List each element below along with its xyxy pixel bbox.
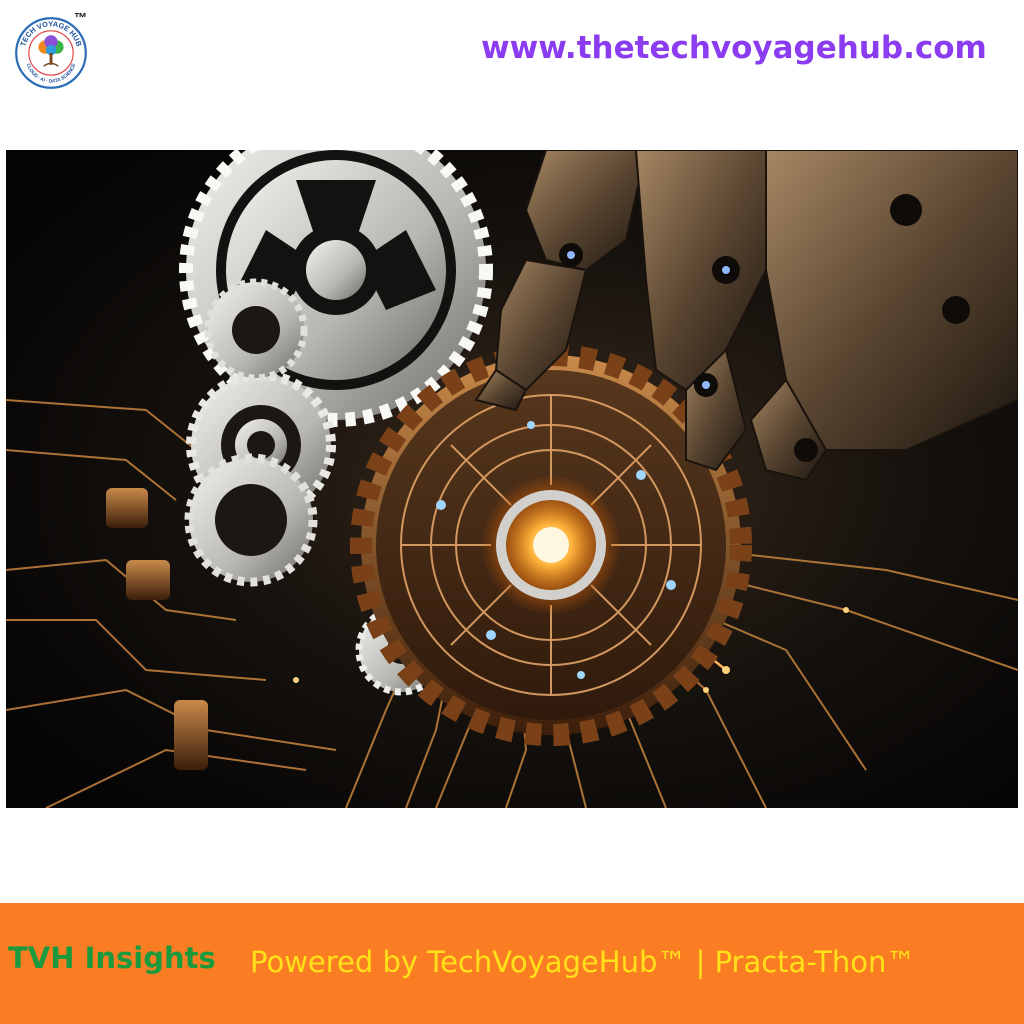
tech-voyage-hub-logo[interactable]: TECH VOYAGE HUB CLOUD · AI · DATA SCIENC… (14, 16, 88, 90)
tree-globe-logo-icon: TECH VOYAGE HUB CLOUD · AI · DATA SCIENC… (15, 17, 87, 89)
powered-by-tagline: Powered by TechVoyageHub™ | Practa-Thon™ (250, 945, 916, 979)
footer-bar: TVH Insights Powered by TechVoyageHub™ |… (0, 903, 1024, 1024)
brand-label: TVH Insights (8, 941, 216, 975)
robot-hand-gears-circuit-illustration-icon (6, 150, 1018, 808)
hero-image (6, 150, 1018, 808)
website-url[interactable]: www.thetechvoyagehub.com (481, 30, 1001, 66)
logo-trademark: ™ (74, 10, 87, 25)
